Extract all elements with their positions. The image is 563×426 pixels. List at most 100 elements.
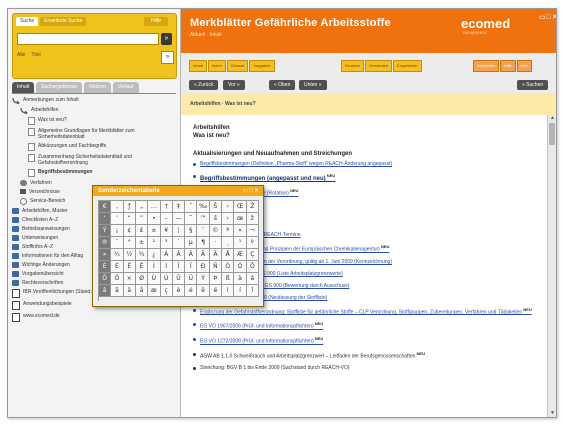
character-cell[interactable]: Ô: [246, 261, 259, 273]
character-cell[interactable]: ì: [222, 285, 235, 297]
character-cell[interactable]: È: [99, 261, 112, 273]
toolbar-button-glossary[interactable]: Glossar: [226, 60, 249, 72]
character-cell[interactable]: …: [148, 201, 161, 213]
search-option-all[interactable]: Alle: [17, 52, 25, 58]
character-cell[interactable]: Ä: [209, 249, 223, 261]
character-cell[interactable]: Ö: [111, 273, 124, 285]
toolbar-button-contents[interactable]: Inhalt: [189, 60, 207, 72]
character-cell[interactable]: º: [246, 237, 259, 249]
character-cell[interactable]: ¾: [135, 249, 149, 261]
tree-item[interactable]: Begriffsbestimmungen: [12, 169, 176, 177]
character-cell[interactable]: €: [99, 201, 112, 213]
character-cell[interactable]: ¼: [111, 249, 124, 261]
character-cell[interactable]: Ì: [148, 261, 161, 273]
toolbar-button-login[interactable]: Anmelden: [473, 60, 500, 72]
tab-contents[interactable]: Inhalt: [12, 82, 35, 93]
update-link[interactable]: EG VO 1907/2006 (Prüf- und Informationsp…: [193, 321, 545, 330]
character-cell[interactable]: Æ: [234, 249, 247, 261]
character-cell[interactable]: ¿: [148, 249, 161, 261]
character-cell[interactable]: »: [99, 249, 112, 261]
character-cell[interactable]: ›: [222, 213, 235, 225]
scroll-down-arrow-icon[interactable]: ▼: [549, 410, 556, 417]
character-cell[interactable]: Ú: [160, 273, 173, 285]
character-cell[interactable]: æ: [148, 285, 161, 297]
character-cell[interactable]: ¹: [234, 237, 247, 249]
character-cell[interactable]: Õ: [99, 273, 112, 285]
window-controls[interactable]: ▭□✕: [539, 13, 556, 21]
character-cell[interactable]: ±: [135, 237, 149, 249]
character-cell[interactable]: ’: [111, 213, 124, 225]
special-characters-titlebar[interactable]: Sonderzeichentabelle ▭□✕: [93, 186, 263, 196]
character-cell[interactable]: †: [160, 201, 173, 213]
character-cell[interactable]: œ: [234, 213, 247, 225]
character-cell[interactable]: “: [123, 213, 136, 225]
character-cell[interactable]: °: [123, 237, 136, 249]
character-cell[interactable]: –: [160, 213, 173, 225]
character-cell[interactable]: ç: [160, 285, 173, 297]
search-option-button[interactable]: »: [161, 51, 174, 64]
search-button[interactable]: » Suchen: [517, 80, 549, 90]
character-cell[interactable]: â: [99, 285, 112, 297]
tree-item[interactable]: Was ist neu?: [12, 117, 176, 125]
character-cell[interactable]: á: [246, 273, 259, 285]
toolbar-button-export[interactable]: Exportieren: [393, 60, 422, 72]
tree-item[interactable]: Allgemeine Grundlagen für Merkblätter zu…: [12, 128, 176, 140]
update-link[interactable]: Begriffsbestimmungen (angepasst und neu)…: [193, 173, 545, 182]
character-cell[interactable]: ²: [148, 237, 161, 249]
character-cell[interactable]: ã: [111, 285, 124, 297]
character-cell[interactable]: Ê: [123, 261, 136, 273]
vertical-scrollbar[interactable]: ▲ ▼: [547, 115, 556, 417]
character-cell[interactable]: Ø: [135, 273, 149, 285]
tree-item[interactable]: Anmerkungen zum Inhalt: [12, 97, 176, 104]
search-input[interactable]: [17, 33, 159, 45]
character-cell[interactable]: ß: [222, 273, 235, 285]
toolbar-button-info[interactable]: Info: [517, 60, 532, 72]
character-cell[interactable]: ¤: [148, 225, 161, 237]
character-cell[interactable]: Ç: [246, 249, 259, 261]
character-cell[interactable]: ‚: [111, 201, 124, 213]
character-cell[interactable]: «: [234, 225, 247, 237]
scroll-thumb[interactable]: [549, 123, 555, 145]
tab-help[interactable]: Hilfe: [144, 17, 168, 26]
character-cell[interactable]: —: [172, 213, 186, 225]
character-cell[interactable]: å: [135, 285, 149, 297]
character-cell[interactable]: ˜: [185, 213, 198, 225]
character-cell[interactable]: É: [111, 261, 124, 273]
character-cell[interactable]: µ: [185, 237, 198, 249]
character-cell[interactable]: ¡: [111, 225, 124, 237]
tree-item[interactable]: Arbeitshilfen: [12, 107, 176, 114]
character-cell[interactable]: Œ: [234, 201, 247, 213]
toolbar-button-help[interactable]: Hilfe: [500, 60, 517, 72]
forward-button[interactable]: Vor »: [223, 80, 245, 90]
character-cell[interactable]: ¥: [160, 225, 173, 237]
character-cell[interactable]: Û: [172, 273, 186, 285]
character-cell[interactable]: Ñ: [209, 261, 223, 273]
toolbar-button-print[interactable]: Drucken: [341, 60, 364, 72]
character-cell[interactable]: ˆ: [185, 201, 198, 213]
character-cell[interactable]: Ï: [185, 261, 198, 273]
character-cell[interactable]: ¦: [172, 225, 186, 237]
character-cell[interactable]: Ë: [135, 261, 149, 273]
character-cell[interactable]: ³: [160, 237, 173, 249]
character-cell[interactable]: Ý: [197, 273, 210, 285]
character-cell[interactable]: ª: [222, 225, 235, 237]
character-cell[interactable]: š: [209, 213, 223, 225]
tab-notes[interactable]: Notizen: [84, 82, 112, 93]
character-cell[interactable]: ž: [246, 213, 259, 225]
character-cell[interactable]: ×: [123, 273, 136, 285]
character-cell[interactable]: Á: [172, 249, 186, 261]
character-cell[interactable]: ë: [209, 285, 223, 297]
scroll-up-arrow-icon[interactable]: ▲: [549, 115, 556, 122]
character-cell[interactable]: ¢: [123, 225, 136, 237]
search-go-button[interactable]: »: [161, 33, 172, 45]
character-cell[interactable]: Ò: [222, 261, 235, 273]
character-cell[interactable]: ‘: [99, 213, 112, 225]
character-cell[interactable]: ™: [197, 213, 210, 225]
character-cell[interactable]: î: [246, 285, 259, 297]
character-cell[interactable]: ®: [99, 237, 112, 249]
character-cell[interactable]: ¯: [111, 237, 124, 249]
character-cell[interactable]: Â: [185, 249, 198, 261]
character-cell[interactable]: è: [172, 285, 186, 297]
character-cell[interactable]: Í: [160, 261, 173, 273]
character-cell[interactable]: ‡: [172, 201, 186, 213]
